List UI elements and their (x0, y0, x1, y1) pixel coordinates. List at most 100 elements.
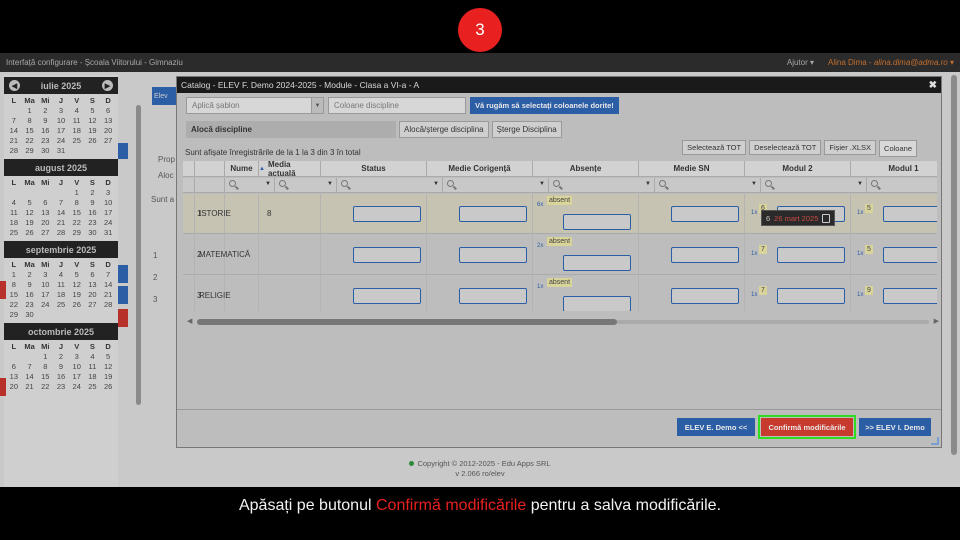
header-status[interactable]: Status (321, 161, 427, 176)
calendar-day[interactable]: 9 (22, 280, 38, 289)
calendar-day[interactable]: 18 (85, 372, 101, 381)
table-row[interactable]: 3 RELIGIE 1x absent 1x 7 1x 9 (183, 276, 937, 311)
arrow-right-icon[interactable]: ▶ (934, 317, 939, 325)
chevron-down-icon[interactable]: ▼ (265, 181, 271, 187)
calendar-day[interactable]: 10 (100, 198, 116, 207)
scrollbar-thumb[interactable] (197, 319, 617, 325)
calendar-day[interactable]: 19 (85, 126, 101, 135)
calendar-day[interactable]: 6 (100, 106, 116, 115)
calendar-day[interactable]: 10 (53, 116, 69, 125)
calendar-day[interactable]: 26 (69, 300, 85, 309)
header-absente[interactable]: Absențe (533, 161, 639, 176)
calendar-day[interactable]: 4 (6, 198, 22, 207)
calendar-day[interactable]: 17 (53, 126, 69, 135)
calendar-day[interactable]: 18 (6, 218, 22, 227)
calendar-day[interactable]: 3 (37, 270, 53, 279)
calendar-day[interactable]: 3 (69, 352, 85, 361)
calendar-day[interactable]: 7 (22, 362, 38, 371)
absence-chip[interactable]: absent (547, 237, 573, 246)
modul1-input[interactable] (883, 206, 937, 222)
absence-chip[interactable]: absent (547, 196, 573, 205)
help-menu[interactable]: Ajutor ▾ (787, 58, 814, 67)
trash-icon[interactable] (822, 213, 831, 223)
calendar-day[interactable]: 28 (100, 300, 116, 309)
calendar-day[interactable]: 17 (69, 372, 85, 381)
calendar-day[interactable]: 28 (53, 228, 69, 237)
chevron-right-icon[interactable]: ▶ (102, 80, 113, 91)
calendar-day[interactable]: 24 (100, 218, 116, 227)
xlsx-export-button[interactable]: Fișier .XLSX (824, 140, 877, 155)
calendar-day[interactable]: 10 (37, 280, 53, 289)
allocate-discipline-button[interactable]: Alocă/șterge disciplina (399, 121, 489, 138)
chevron-down-icon[interactable]: ▼ (645, 181, 651, 187)
calendar-day[interactable]: 21 (22, 382, 38, 391)
status-input[interactable] (353, 206, 421, 222)
calendar-day[interactable]: 28 (6, 146, 22, 155)
calendar-day[interactable]: 20 (100, 126, 116, 135)
calendar-day[interactable]: 5 (69, 270, 85, 279)
calendar-day[interactable]: 7 (6, 116, 22, 125)
calendar-day[interactable]: 26 (22, 228, 38, 237)
filter-absente[interactable]: ▼ (549, 178, 655, 192)
close-icon[interactable]: ✖ (929, 80, 937, 91)
calendar-day[interactable]: 23 (37, 136, 53, 145)
calendar-day[interactable]: 13 (6, 372, 22, 381)
calendar-day[interactable]: 20 (37, 218, 53, 227)
calendar-day[interactable]: 27 (100, 136, 116, 145)
background-button[interactable]: Elev (152, 87, 178, 105)
calendar-day[interactable]: 15 (6, 290, 22, 299)
calendar-day[interactable]: 1 (69, 188, 85, 197)
filter-status[interactable]: ▼ (337, 178, 443, 192)
calendar-day[interactable]: 24 (53, 136, 69, 145)
chevron-down-icon[interactable]: ▼ (539, 181, 545, 187)
calendar-day[interactable]: 31 (53, 146, 69, 155)
calendar-day[interactable]: 2 (53, 352, 69, 361)
calendar-day[interactable]: 17 (37, 290, 53, 299)
calendar-day[interactable]: 21 (53, 218, 69, 227)
calendar-day[interactable]: 19 (69, 290, 85, 299)
calendar-day[interactable]: 5 (100, 352, 116, 361)
calendar-day[interactable]: 25 (85, 382, 101, 391)
calendar-day[interactable]: 27 (37, 228, 53, 237)
modul1-input[interactable] (883, 288, 937, 304)
calendar-day[interactable]: 14 (100, 280, 116, 289)
calendar-day[interactable]: 11 (6, 208, 22, 217)
absence-input[interactable] (563, 255, 631, 271)
filter-modul-1[interactable] (867, 178, 937, 192)
calendar-day[interactable]: 9 (37, 116, 53, 125)
chevron-down-icon[interactable]: ▼ (751, 181, 757, 187)
absence-input[interactable] (563, 296, 631, 311)
medie-sn-input[interactable] (671, 288, 739, 304)
calendar-day[interactable]: 14 (53, 208, 69, 217)
tab-alloc-discipline[interactable]: Alocă discipline (186, 121, 396, 138)
calendar-day[interactable]: 12 (69, 280, 85, 289)
confirm-changes-button[interactable]: Confirmă modificările (758, 415, 856, 439)
calendar-day[interactable]: 23 (85, 218, 101, 227)
absence-chip[interactable]: absent (547, 278, 573, 287)
calendar-day[interactable]: 8 (37, 362, 53, 371)
calendar-day[interactable]: 10 (69, 362, 85, 371)
modul1-grade[interactable]: 5 (865, 245, 873, 254)
absence-input[interactable] (563, 214, 631, 230)
calendar-day[interactable]: 20 (6, 382, 22, 391)
calendar-day[interactable]: 27 (85, 300, 101, 309)
chevron-down-icon[interactable]: ▼ (327, 181, 333, 187)
calendar-day[interactable]: 1 (22, 106, 38, 115)
calendar-day[interactable]: 25 (53, 300, 69, 309)
medie-corigenta-input[interactable] (459, 288, 527, 304)
medie-sn-input[interactable] (671, 206, 739, 222)
header-medie-sn[interactable]: Medie SN (639, 161, 745, 176)
calendar-day[interactable]: 4 (53, 270, 69, 279)
calendar-day[interactable]: 24 (69, 382, 85, 391)
calendar-day[interactable]: 25 (6, 228, 22, 237)
calendar-day[interactable]: 22 (69, 218, 85, 227)
calendar-day[interactable]: 24 (37, 300, 53, 309)
template-select[interactable]: Aplică șablon ▼ (186, 97, 324, 114)
calendar-day[interactable]: 4 (85, 352, 101, 361)
header-media[interactable]: ▲ Media actuală (259, 161, 321, 178)
calendar-day[interactable]: 14 (6, 126, 22, 135)
filter-medie-sn[interactable]: ▼ (655, 178, 761, 192)
header-medie-corigenta[interactable]: Medie Corigență (427, 161, 533, 176)
vertical-scrollbar[interactable] (950, 75, 958, 475)
calendar-day[interactable]: 31 (100, 228, 116, 237)
